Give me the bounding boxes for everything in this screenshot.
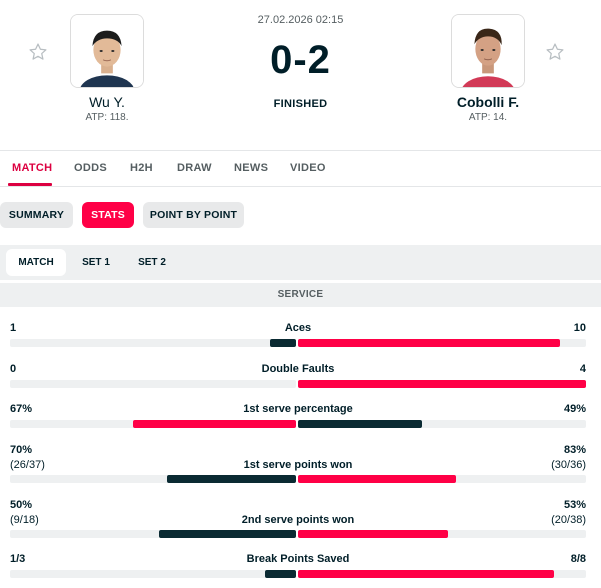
stat-label: 1st serve percentage [243, 403, 353, 415]
stat-home-value: 0 [10, 363, 17, 375]
home-player-avatar[interactable] [70, 14, 144, 88]
stat-home-bar-track [10, 380, 296, 388]
home-player-name[interactable]: Wu Y. [47, 94, 167, 110]
subtab-stats[interactable]: STATS [82, 202, 134, 228]
period-set-1[interactable]: SET 1 [70, 249, 122, 276]
stat-home-detail: (9/18) [10, 514, 39, 526]
stat-home-value: 67% [10, 403, 33, 415]
subtab-summary[interactable]: SUMMARY [0, 202, 73, 228]
match-datetime: 27.02.2026 02:15 [257, 14, 344, 26]
tab-odds[interactable]: ODDS [74, 162, 107, 174]
stat-away-detail: (20/38) [551, 514, 586, 526]
period-tabs: MATCH SET 1 SET 2 [0, 245, 601, 280]
tab-video[interactable]: VIDEO [290, 162, 326, 174]
stat-away-bar-track [298, 380, 586, 388]
stat-home-bar-track [10, 475, 296, 483]
stat-away-bar-track [298, 570, 586, 578]
stat-away-value: 49% [563, 403, 586, 415]
stat-away-bar [298, 570, 554, 578]
stat-home-value: 50% [10, 499, 33, 511]
match-score: 0-2 [270, 38, 331, 82]
stat-away-bar [298, 475, 456, 483]
stat-home-detail: (26/37) [10, 459, 45, 471]
stat-label: Break Points Saved [246, 553, 350, 565]
stat-away-bar [298, 420, 422, 428]
tab-h2h[interactable]: H2H [130, 162, 153, 174]
stat-home-bar [133, 420, 296, 428]
stat-away-value: 4 [579, 363, 586, 375]
stat-home-value: 1/3 [10, 553, 26, 565]
stat-away-value: 83% [563, 444, 586, 456]
stat-home-bar-track [10, 570, 296, 578]
stat-away-value: 53% [563, 499, 586, 511]
stat-away-bar [298, 380, 586, 388]
tab-news[interactable]: NEWS [234, 162, 268, 174]
stat-away-bar-track [298, 339, 586, 347]
stat-away-bar [298, 339, 560, 347]
period-match[interactable]: MATCH [6, 249, 66, 276]
away-player-name[interactable]: Cobolli F. [428, 94, 548, 110]
home-player-rank: ATP: 118. [85, 112, 129, 123]
stat-away-value: 10 [573, 322, 586, 334]
stat-label: 1st serve points won [243, 459, 353, 471]
stat-home-bar-track [10, 339, 296, 347]
away-player-rank: ATP: 14. [468, 112, 508, 123]
tab-draw[interactable]: DRAW [177, 162, 212, 174]
match-status: FINISHED [273, 98, 328, 110]
stat-home-bar [265, 570, 296, 578]
stat-label: Aces [284, 322, 312, 334]
match-tabs: MATCH ODDS H2H DRAW NEWS VIDEO [0, 150, 601, 186]
stat-away-bar-track [298, 420, 586, 428]
stat-label: Double Faults [261, 363, 335, 375]
tabs-divider [0, 186, 601, 187]
stat-label: 2nd serve points won [241, 514, 355, 526]
stat-home-bar [167, 475, 296, 483]
away-player-avatar[interactable] [451, 14, 525, 88]
match-header: Wu Y. ATP: 118. 27.02.2026 02:15 0-2 FIN… [0, 0, 601, 150]
favorite-away-star-icon[interactable] [545, 42, 565, 62]
stat-away-bar [298, 530, 448, 538]
stat-home-value: 1 [10, 322, 17, 334]
stat-away-bar-track [298, 475, 586, 483]
stat-home-bar-track [10, 530, 296, 538]
favorite-home-star-icon[interactable] [28, 42, 48, 62]
stat-home-bar [270, 339, 296, 347]
period-set-2[interactable]: SET 2 [126, 249, 178, 276]
section-header-service: SERVICE [0, 283, 601, 307]
stat-home-value: 70% [10, 444, 33, 456]
tab-match[interactable]: MATCH [12, 162, 52, 174]
subtab-point-by-point[interactable]: POINT BY POINT [143, 202, 244, 228]
stat-away-value: 8/8 [570, 553, 586, 565]
stat-away-detail: (30/36) [551, 459, 586, 471]
stat-home-bar [159, 530, 296, 538]
stat-away-bar-track [298, 530, 586, 538]
stat-home-bar-track [10, 420, 296, 428]
